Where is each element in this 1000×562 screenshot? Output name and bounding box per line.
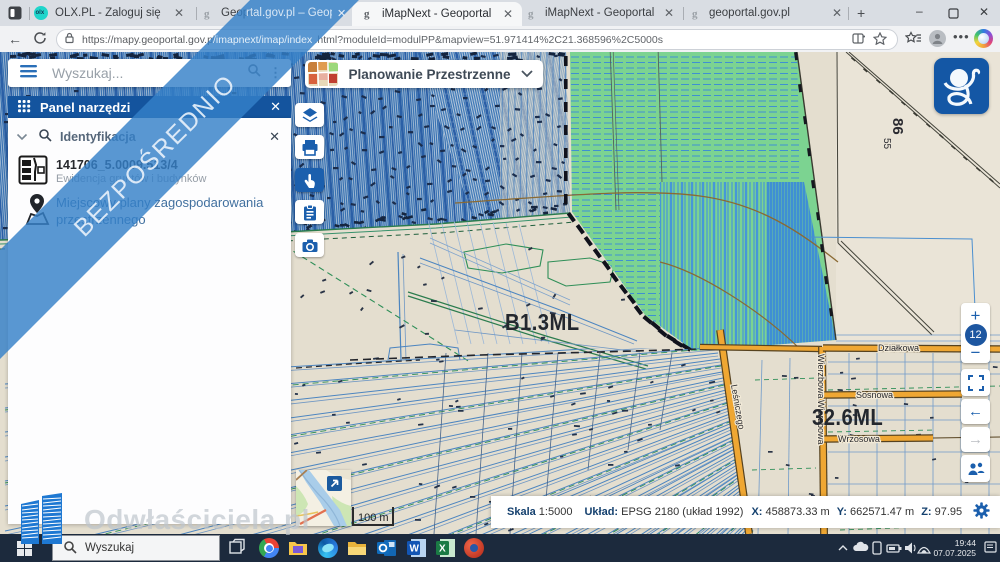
svg-text:Działkowa: Działkowa: [878, 343, 919, 353]
svg-text:Wierzbowa: Wierzbowa: [816, 354, 826, 399]
svg-text:g: g: [364, 8, 370, 20]
svg-text:Wrzosowa: Wrzosowa: [838, 434, 880, 444]
svg-text:X: X: [439, 544, 446, 555]
svg-text:55: 55: [881, 138, 892, 150]
svg-text:g: g: [692, 8, 698, 20]
svg-text:W: W: [410, 544, 420, 555]
svg-text:100 m: 100 m: [358, 512, 389, 524]
svg-text:g: g: [204, 8, 210, 20]
svg-text:86: 86: [889, 118, 906, 135]
svg-text:Sosnowa: Sosnowa: [856, 390, 893, 400]
svg-text:32.6ML: 32.6ML: [812, 404, 883, 431]
svg-text:B1.3ML: B1.3ML: [505, 309, 580, 336]
svg-text:g: g: [528, 8, 534, 20]
